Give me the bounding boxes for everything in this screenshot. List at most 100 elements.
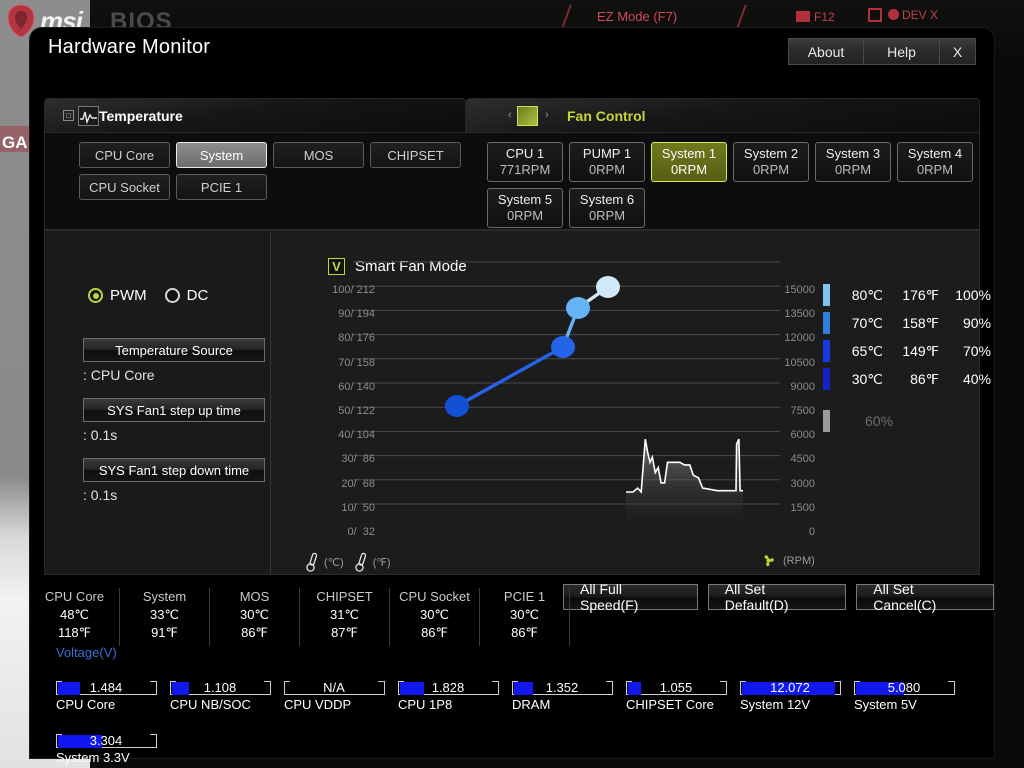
voltage-section-title: Voltage(V) (56, 645, 117, 660)
close-button[interactable]: X (940, 38, 976, 65)
radio-pwm-label: PWM (110, 287, 147, 304)
screenshot-f12-button[interactable]: F12 (796, 10, 835, 24)
readout-name: CHIPSET (316, 589, 373, 604)
step-down-time-button[interactable]: SYS Fan1 step down time (83, 458, 265, 482)
readout-celsius: 30℃ (509, 607, 540, 622)
fan-tab-system-6[interactable]: System 6 0RPM (569, 188, 645, 228)
fan-tab-system-4[interactable]: System 4 0RPM (897, 142, 973, 182)
fan-tab-rpm: 0RPM (506, 208, 544, 223)
smart-fan-mode-label: Smart Fan Mode (355, 258, 467, 275)
legend-color-swatch (823, 368, 830, 390)
legend-color-swatch (823, 340, 830, 362)
voltage-item: 1.055 CHIPSET Core (626, 665, 740, 712)
fan-mode-radio-group: PWM DC (88, 287, 208, 304)
fan-tab-label: System 1 (661, 146, 717, 161)
voltage-bracket (156, 681, 157, 695)
y-axis-tick-left: 70/ 158 (338, 356, 375, 369)
voltage-label: System 5V (854, 697, 917, 712)
fan-tab-label: System 4 (907, 146, 963, 161)
y-axis-tick-left: 30/ 86 (341, 453, 375, 466)
voltage-bracket (156, 734, 157, 748)
voltage-bracket (498, 681, 499, 695)
fan-curve-point-3[interactable] (596, 276, 620, 298)
temperature-section-header[interactable]: □ Temperature (44, 98, 466, 132)
tab-chipset[interactable]: CHIPSET (370, 142, 461, 168)
voltage-label: CHIPSET Core (626, 697, 714, 712)
legend-color-swatch (823, 312, 830, 334)
ez-mode-button[interactable]: EZ Mode (F7) (597, 9, 677, 24)
legend-temp-f: 149℉ (902, 342, 939, 359)
voltage-item: 5.080 System 5V (854, 665, 968, 712)
y-axis-tick-left: 60/ 140 (338, 380, 375, 393)
voltage-item: 1.108 CPU NB/SOC (170, 665, 284, 712)
tab-cpu-socket[interactable]: CPU Socket (79, 174, 170, 200)
help-button[interactable]: Help (864, 38, 940, 65)
fan-tab-pump-1[interactable]: PUMP 1 0RPM (569, 142, 645, 182)
temperature-unit-legend: (℃) (℉) (306, 552, 390, 572)
voltage-item: 1.484 CPU Core (56, 665, 170, 712)
bios-side-text: GA (2, 133, 28, 152)
smart-fan-mode-row[interactable]: V Smart Fan Mode (328, 258, 467, 275)
y-axis-tick-left: 0/ 32 (347, 526, 375, 538)
temperature-readout-strip: CPU Core 48℃ 118℉ System 33℃ 91℉ MOS 30℃ 86℉ CHIP… (30, 588, 994, 646)
fan-tab-system-5[interactable]: System 5 0RPM (487, 188, 563, 228)
voltage-value: N/A (323, 680, 345, 695)
fan-tab-system-1[interactable]: System 1 0RPM (651, 142, 727, 182)
y-axis-tick-left: 80/ 176 (338, 332, 375, 345)
readout-name: CPU Socket (399, 589, 470, 604)
tabs-panel: CPU Core System MOS CHIPSET CPU Socket P… (44, 132, 980, 230)
fan-curve-legend-row: 80℃ 176℉ 100% (823, 284, 991, 306)
celsius-unit-label: (℃) (324, 556, 344, 569)
temperature-readout-cell: CPU Core 48℃ 118℉ (30, 588, 120, 646)
about-button[interactable]: About (788, 38, 864, 65)
fan-tab-system-2[interactable]: System 2 0RPM (733, 142, 809, 182)
dev-menu-button[interactable]: DEV X (868, 8, 938, 22)
chevron-right-icon[interactable]: › (545, 109, 549, 121)
voltage-bracket (612, 681, 613, 695)
y-axis-tick-right: 6000 (790, 429, 815, 442)
fan-curve-chart: V Smart Fan Mode (272, 231, 980, 574)
current-duty-value: 60% (865, 413, 894, 429)
chevron-left-icon[interactable]: ‹ (508, 109, 512, 121)
tab-cpu-core[interactable]: CPU Core (79, 142, 170, 168)
voltage-item: 1.828 CPU 1P8 (398, 665, 512, 712)
smart-fan-mode-checkbox[interactable]: V (328, 258, 345, 275)
fan-tab-system-3[interactable]: System 3 0RPM (815, 142, 891, 182)
y-axis-tick-right: 12000 (784, 332, 815, 345)
tab-pcie-1[interactable]: PCIE 1 (176, 174, 267, 200)
legend-color-swatch (823, 410, 830, 432)
fan-tab-cpu-1[interactable]: CPU 1 771RPM (487, 142, 563, 182)
legend-temp-c: 65℃ (851, 342, 883, 359)
tab-system[interactable]: System (176, 142, 267, 168)
fan-curve-point-2[interactable] (566, 297, 590, 319)
expander-icon[interactable]: □ (63, 110, 74, 121)
step-up-time-button[interactable]: SYS Fan1 step up time (83, 398, 265, 422)
y-axis-tick-right: 4500 (790, 453, 815, 466)
radio-pwm[interactable]: PWM (88, 287, 147, 304)
rpm-unit-legend: (RPM) (760, 552, 815, 569)
radio-dc[interactable]: DC (164, 287, 208, 304)
temperature-source-button[interactable]: Temperature Source (83, 338, 265, 362)
voltage-value: 1.828 (431, 680, 465, 695)
legend-temp-c: 30℃ (851, 370, 883, 387)
fan-curve-point-0[interactable] (445, 395, 469, 417)
y-axis-tick-right: 10500 (784, 356, 815, 369)
legend-duty-percent: 90% (962, 315, 991, 331)
voltage-label: System 3.3V (56, 750, 130, 765)
fan-tab-label: PUMP 1 (582, 146, 632, 161)
fan-tab-rpm: 0RPM (588, 162, 626, 177)
fan-control-section-header[interactable]: ‹ › Fan Control (466, 98, 980, 132)
voltage-value: 12.072 (770, 680, 810, 695)
y-axis-tick-right: 1500 (790, 501, 815, 514)
y-axis-tick-left: 10/ 50 (341, 501, 375, 514)
fan-control-body: PWM DC Temperature Source : CPU Core SYS… (44, 230, 980, 575)
legend-temp-f: 158℉ (902, 314, 939, 331)
fan-curve-legend-row: 70℃ 158℉ 90% (823, 312, 991, 334)
y-axis-tick-right: 13500 (784, 308, 815, 321)
tab-mos[interactable]: MOS (273, 142, 364, 168)
voltage-item: 1.352 DRAM (512, 665, 626, 712)
legend-duty-percent: 40% (962, 371, 991, 387)
y-axis-tick-left: 100/ 212 (332, 284, 375, 296)
fan-curve-point-1[interactable] (551, 336, 575, 358)
voltage-label: System 12V (740, 697, 811, 712)
